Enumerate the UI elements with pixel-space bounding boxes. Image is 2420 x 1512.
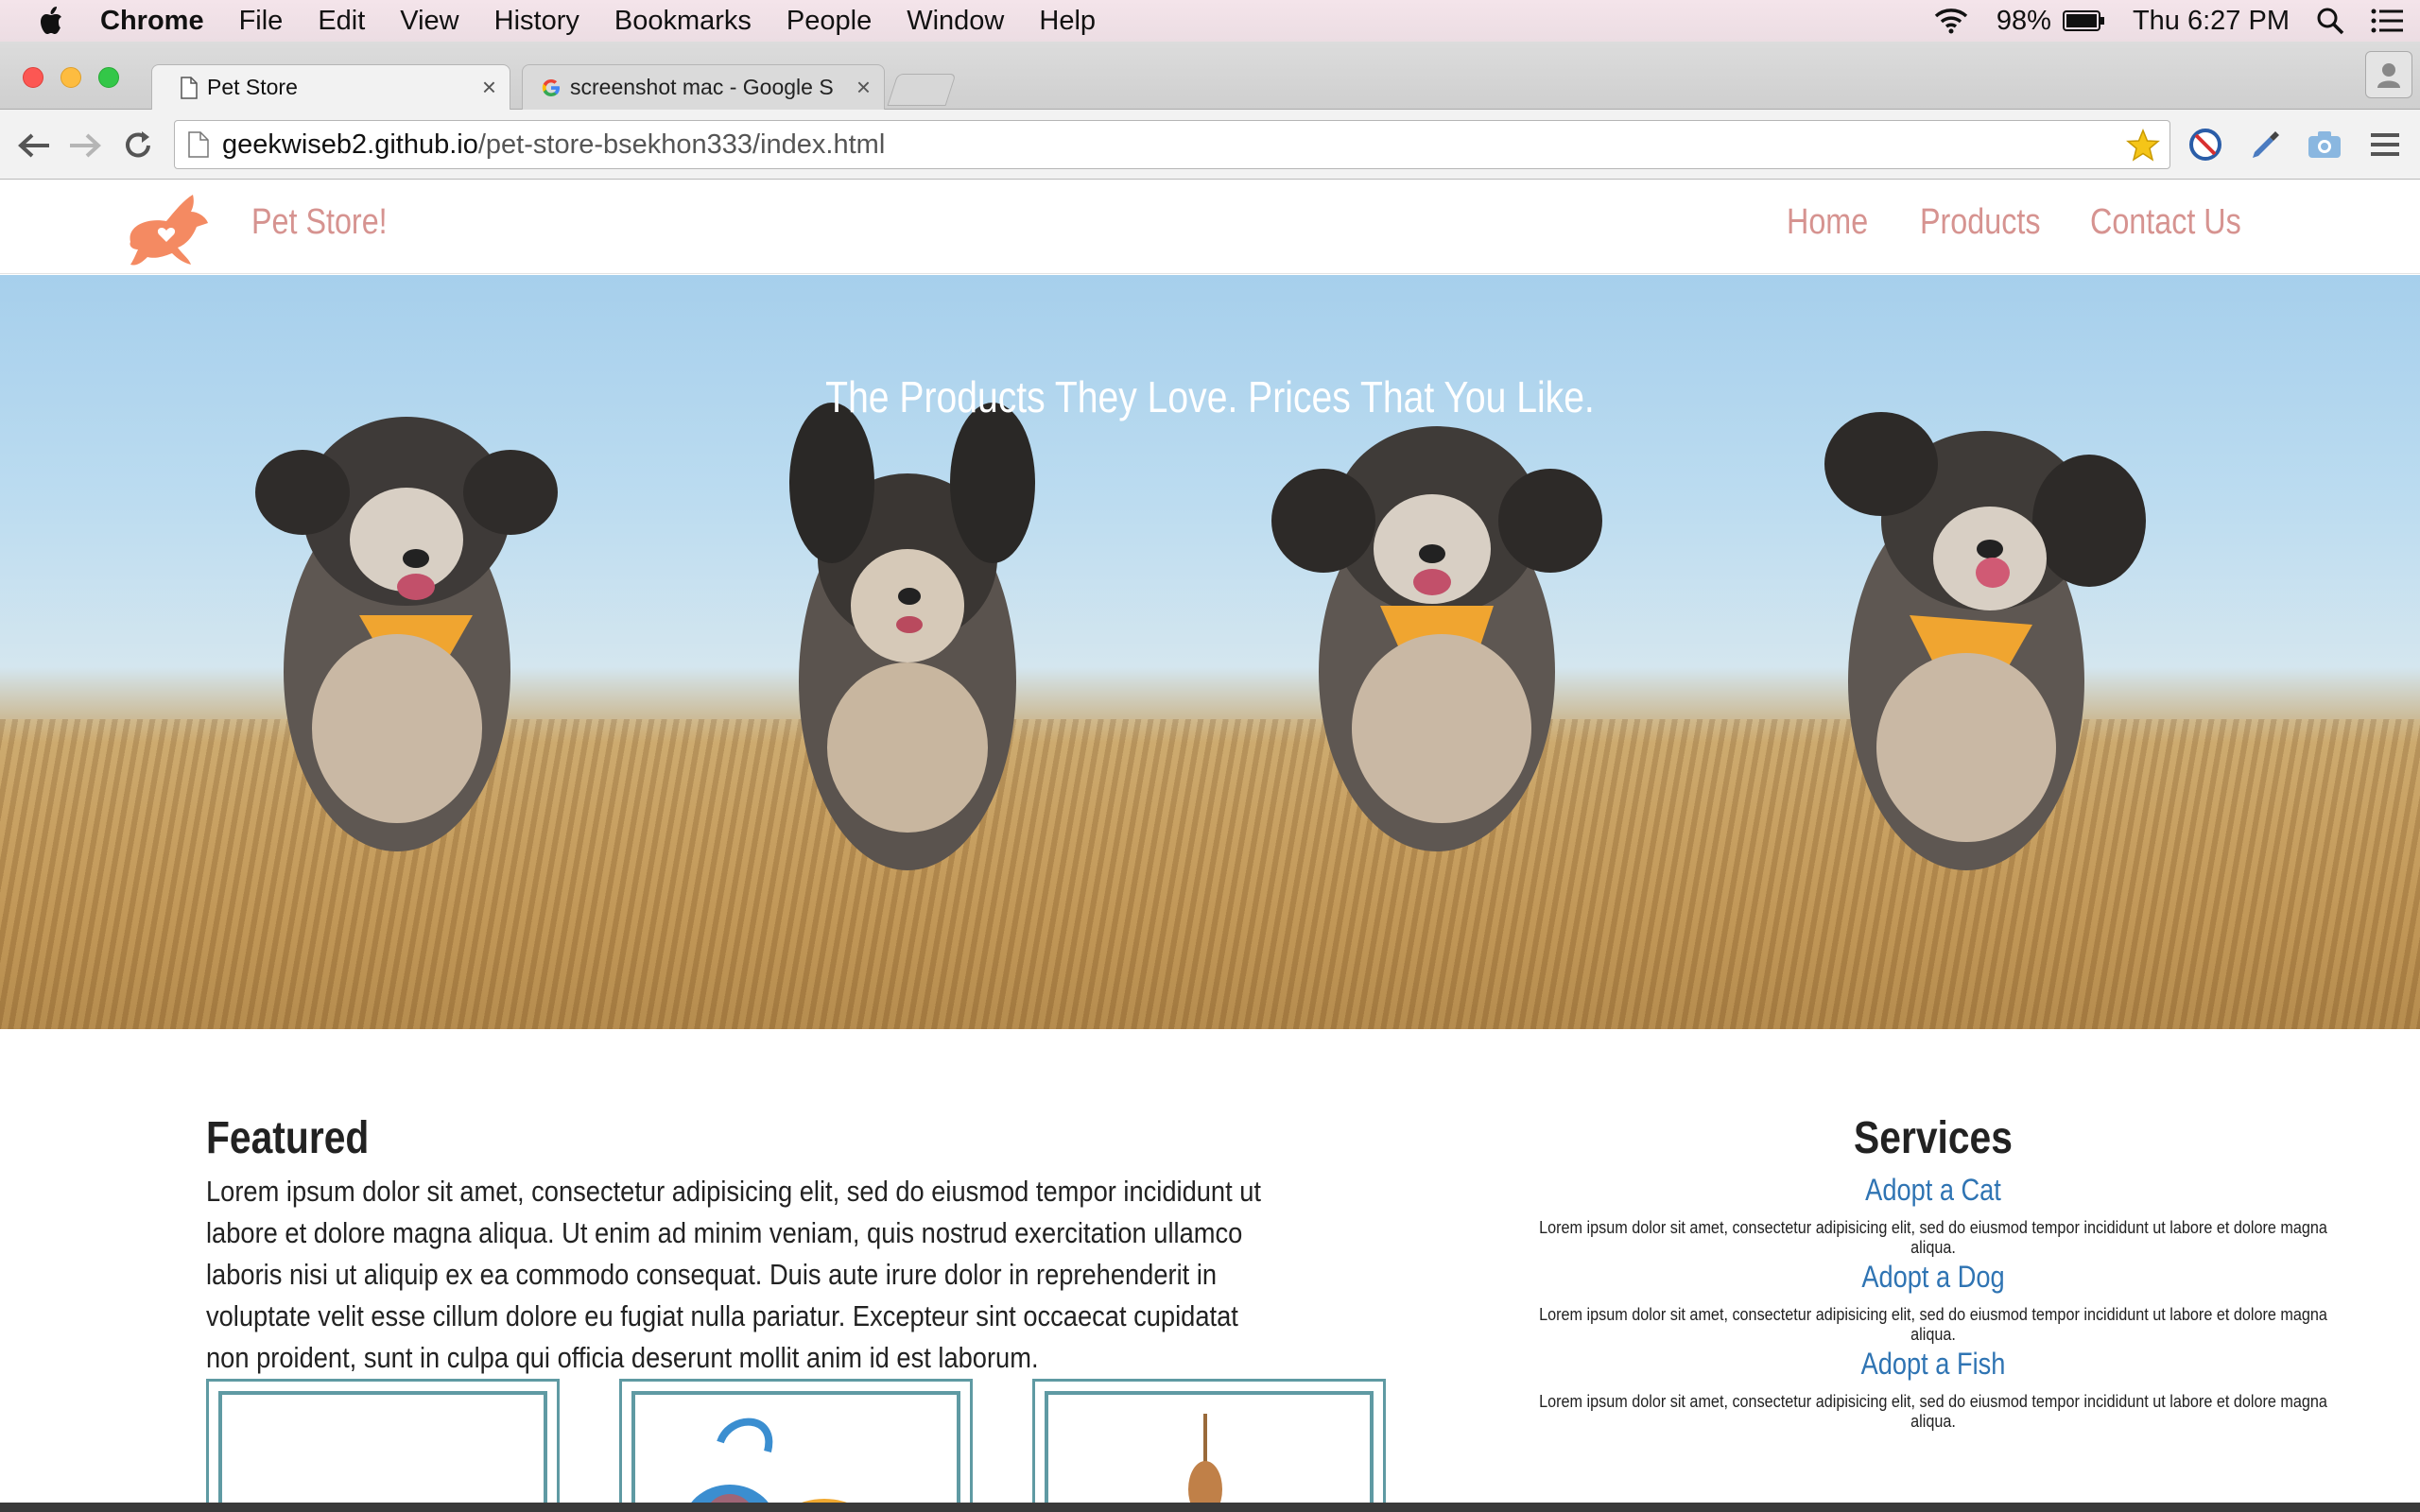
- service-adopt-dog-link[interactable]: Adopt a Dog: [1576, 1260, 2291, 1295]
- services-heading: Services: [1854, 1113, 2013, 1163]
- page-icon: [181, 76, 198, 99]
- window-zoom-button[interactable]: [98, 67, 119, 88]
- nav-home[interactable]: Home: [1787, 202, 1868, 243]
- site-header: Pet Store! Home Products Contact Us: [0, 180, 2420, 274]
- menu-history[interactable]: History: [494, 6, 579, 37]
- product-card-frame: [631, 1391, 960, 1503]
- service-adopt-fish-text: Lorem ipsum dolor sit amet, consectetur …: [1539, 1392, 2327, 1431]
- macos-menu-bar: Chrome File Edit View History Bookmarks …: [0, 0, 2420, 42]
- service-adopt-cat-text: Lorem ipsum dolor sit amet, consectetur …: [1539, 1218, 2327, 1257]
- hero-title: The Products They Love. Prices That You …: [825, 372, 1595, 421]
- desktop-edge: [0, 1503, 2420, 1512]
- menu-help[interactable]: Help: [1039, 6, 1096, 37]
- apple-icon[interactable]: [38, 5, 66, 37]
- hero-banner: The Products They Love. Prices That You …: [0, 275, 2420, 1029]
- dog-2: [789, 403, 1035, 870]
- bird-toy-image: [1188, 1414, 1222, 1503]
- tab-title: Pet Store: [207, 75, 298, 99]
- dog-3: [1271, 426, 1602, 851]
- nav-products[interactable]: Products: [1920, 202, 2040, 243]
- eyedropper-icon[interactable]: [2246, 125, 2286, 164]
- product-card-frame: [218, 1391, 547, 1503]
- nav-contact-us[interactable]: Contact Us: [2090, 202, 2241, 243]
- clock[interactable]: Thu 6:27 PM: [2133, 6, 2290, 37]
- dog-4: [1824, 412, 2146, 870]
- featured-heading: Featured: [206, 1113, 370, 1163]
- bookmark-star-icon[interactable]: [2126, 129, 2160, 170]
- pet-food-bowl-image: [222, 1395, 538, 1503]
- browser-tab-strip: Pet Store × screenshot mac - Google S ×: [0, 42, 2420, 110]
- menu-edit[interactable]: Edit: [318, 6, 365, 37]
- web-page: Pet Store! Home Products Contact Us The …: [0, 180, 2420, 1503]
- spotlight-search-icon[interactable]: [2316, 7, 2344, 35]
- wifi-icon[interactable]: [1932, 7, 1970, 35]
- battery-percent: 98%: [1996, 5, 2051, 36]
- url-host: geekwiseb2.github.io: [222, 129, 478, 160]
- tab-close-icon[interactable]: ×: [482, 73, 496, 102]
- menu-people[interactable]: People: [786, 6, 872, 37]
- product-card[interactable]: [619, 1379, 973, 1503]
- reload-icon[interactable]: [119, 127, 157, 164]
- tab-pet-store[interactable]: Pet Store ×: [151, 64, 510, 110]
- site-brand[interactable]: Pet Store!: [251, 202, 388, 243]
- menu-view[interactable]: View: [400, 6, 458, 37]
- product-card[interactable]: [206, 1379, 560, 1503]
- profile-icon[interactable]: [2365, 51, 2412, 98]
- dog-1: [255, 417, 558, 851]
- product-card-frame: [1045, 1391, 1374, 1503]
- tab-title: screenshot mac - Google S: [570, 75, 834, 99]
- adblock-icon[interactable]: [2186, 125, 2225, 164]
- page-icon: [188, 131, 209, 158]
- menu-bookmarks[interactable]: Bookmarks: [614, 6, 752, 37]
- menu-window[interactable]: Window: [907, 6, 1004, 37]
- toy-mice-image: [691, 1418, 847, 1503]
- forward-arrow-icon[interactable]: [66, 127, 104, 164]
- google-g-icon: [540, 77, 562, 99]
- back-arrow-icon[interactable]: [15, 127, 53, 164]
- service-adopt-dog-text: Lorem ipsum dolor sit amet, consectetur …: [1539, 1305, 2327, 1344]
- battery-icon[interactable]: [2062, 9, 2106, 32]
- featured-text: Lorem ipsum dolor sit amet, consectetur …: [206, 1175, 1262, 1374]
- tab-close-icon[interactable]: ×: [856, 73, 871, 102]
- browser-toolbar: geekwiseb2.github.io/pet-store-bsekhon33…: [0, 110, 2420, 180]
- camera-icon[interactable]: [2305, 125, 2344, 164]
- window-minimize-button[interactable]: [60, 67, 81, 88]
- address-bar[interactable]: geekwiseb2.github.io/pet-store-bsekhon33…: [174, 120, 2170, 169]
- menu-app-name[interactable]: Chrome: [100, 6, 204, 37]
- new-tab-button[interactable]: [887, 74, 957, 106]
- product-card[interactable]: [1032, 1379, 1386, 1503]
- main-content: Featured Lorem ipsum dolor sit amet, con…: [0, 1029, 2420, 1503]
- service-adopt-cat-link[interactable]: Adopt a Cat: [1576, 1173, 2291, 1208]
- window-close-button[interactable]: [23, 67, 43, 88]
- chrome-menu-icon[interactable]: [2365, 125, 2405, 164]
- dog-logo-icon[interactable]: [117, 189, 216, 273]
- menu-file[interactable]: File: [239, 6, 284, 37]
- url-path: /pet-store-bsekhon333/index.html: [477, 129, 886, 160]
- notification-center-icon[interactable]: [2371, 9, 2403, 33]
- tab-google-search[interactable]: screenshot mac - Google S ×: [522, 64, 885, 110]
- service-adopt-fish-link[interactable]: Adopt a Fish: [1576, 1347, 2291, 1382]
